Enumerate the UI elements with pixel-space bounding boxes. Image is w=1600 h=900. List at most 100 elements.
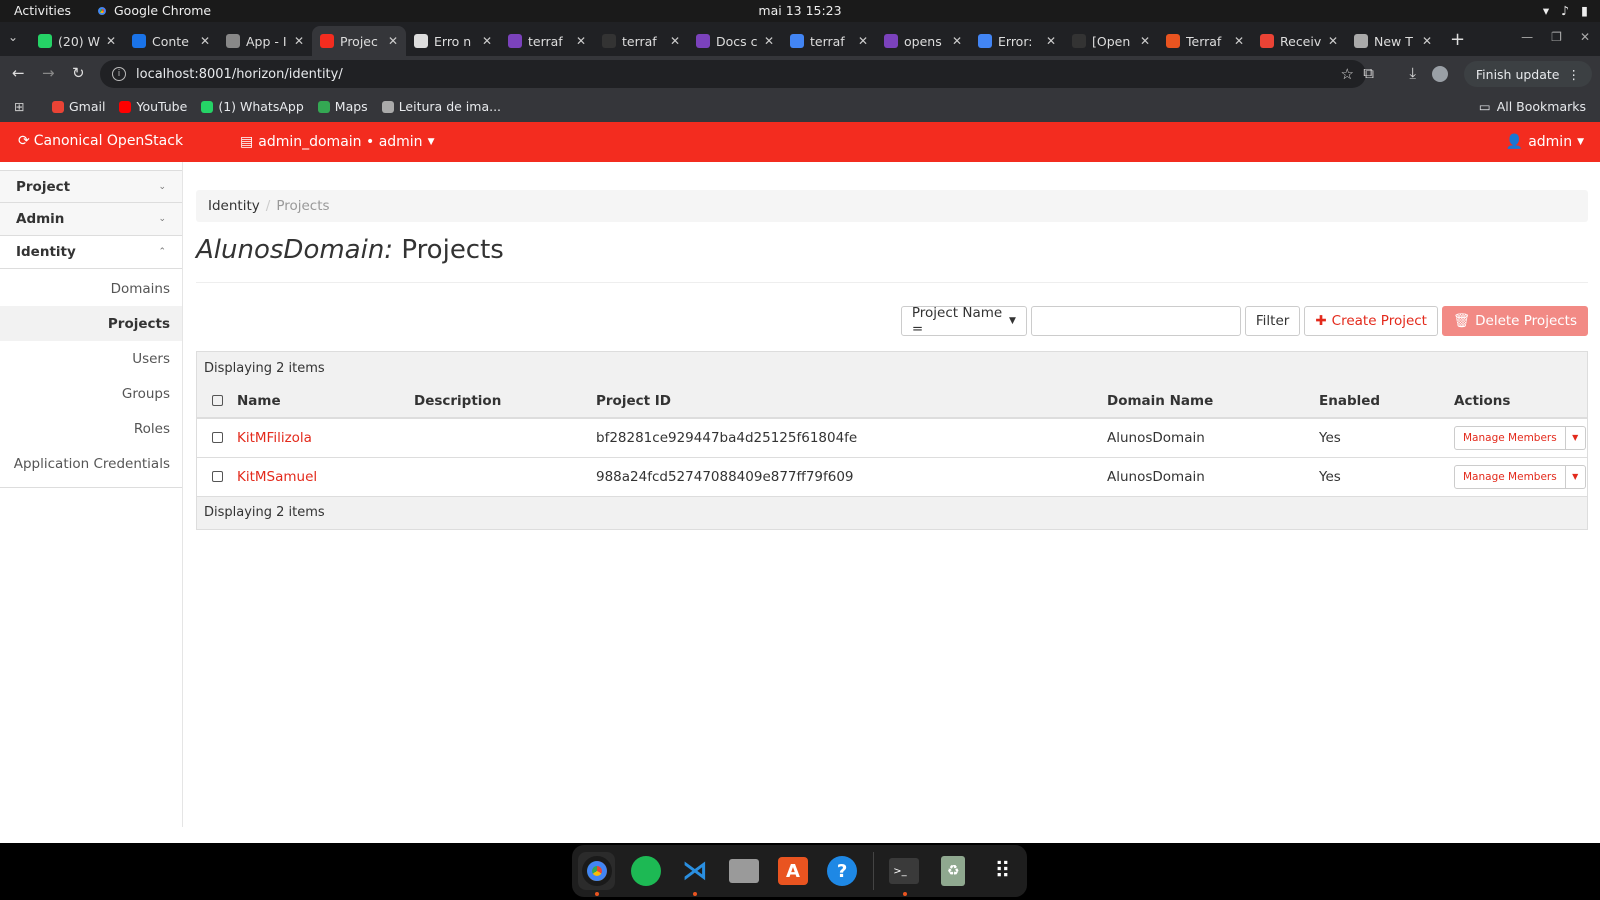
terminal-icon[interactable]: >_	[886, 852, 923, 896]
browser-tab[interactable]: Receiv ✕	[1252, 26, 1346, 56]
tab-close-icon[interactable]: ✕	[1234, 34, 1244, 48]
col-description[interactable]: Description	[414, 384, 596, 419]
manage-members-button[interactable]: Manage Members	[1454, 425, 1566, 450]
browser-tab[interactable]: [Open ✕	[1064, 26, 1158, 56]
browser-tab[interactable]: Error: ✕	[970, 26, 1064, 56]
sidebar-panel-project[interactable]: Project ⌄	[0, 170, 182, 203]
minimize-icon[interactable]: —	[1521, 30, 1533, 44]
tab-close-icon[interactable]: ✕	[1140, 34, 1150, 48]
browser-tab[interactable]: App - I ✕	[218, 26, 312, 56]
filter-button[interactable]: Filter	[1244, 306, 1301, 336]
project-link[interactable]: KitMFilizola	[237, 430, 312, 446]
brand-link[interactable]: ⟳ Canonical OpenStack	[18, 133, 183, 149]
forward-icon[interactable]: →	[42, 64, 55, 82]
browser-tab[interactable]: Docs c ✕	[688, 26, 782, 56]
manage-members-button[interactable]: Manage Members	[1454, 464, 1566, 489]
bookmark-item[interactable]: Leitura de ima...	[381, 99, 501, 114]
tab-close-icon[interactable]: ✕	[106, 34, 116, 48]
chevron-up-icon: ⌃	[158, 247, 166, 257]
extensions-icon[interactable]: ⧉	[1363, 64, 1374, 82]
bookmark-item[interactable]: (1) WhatsApp	[201, 99, 304, 114]
bookmark-item[interactable]: YouTube	[119, 99, 187, 114]
sidebar-panel-admin[interactable]: Admin ⌄	[0, 203, 182, 236]
bookmark-item[interactable]: Gmail	[52, 99, 105, 114]
col-project-id[interactable]: Project ID	[596, 384, 1107, 419]
sidebar-item-projects[interactable]: Projects	[0, 306, 182, 341]
col-domain-name[interactable]: Domain Name	[1107, 384, 1319, 419]
tab-close-icon[interactable]: ✕	[952, 34, 962, 48]
tabs: (20) W ✕ Conte ✕ App - I ✕ Projec ✕ Erro n ✕ terra…	[30, 26, 1465, 56]
create-project-button[interactable]: ✚ Create Project	[1304, 306, 1438, 336]
col-actions: Actions	[1454, 384, 1587, 419]
trash-icon[interactable]: ♻	[935, 852, 972, 890]
tab-close-icon[interactable]: ✕	[294, 34, 304, 48]
system-tray[interactable]: ▾ ♪ ▮	[1543, 3, 1588, 18]
finish-update-button[interactable]: Finish update ⋮	[1463, 61, 1592, 87]
reload-icon[interactable]: ↻	[72, 64, 85, 82]
maximize-icon[interactable]: ❐	[1551, 30, 1562, 44]
sidebar-item-users[interactable]: Users	[0, 341, 182, 376]
tab-search-icon[interactable]: ⌄	[8, 30, 18, 44]
new-tab-icon[interactable]: +	[1450, 29, 1465, 56]
tab-close-icon[interactable]: ✕	[764, 34, 774, 48]
chrome-icon[interactable]	[578, 852, 616, 896]
vscode-icon[interactable]: ⋊	[676, 852, 713, 896]
project-link[interactable]: KitMSamuel	[237, 469, 317, 485]
filter-input[interactable]	[1030, 306, 1241, 336]
chevron-down-icon: ⌄	[158, 181, 166, 192]
apps-grid-icon[interactable]: ⊞	[14, 99, 24, 114]
files-icon[interactable]	[725, 852, 762, 890]
browser-tab[interactable]: terraf ✕	[500, 26, 594, 56]
app-center-icon[interactable]: A	[774, 852, 811, 890]
horizon-header: ⟳ Canonical OpenStack ▤ admin_domain • a…	[0, 122, 1600, 162]
app-grid-icon[interactable]: ⠿	[984, 852, 1021, 890]
profile-avatar[interactable]	[1432, 66, 1448, 82]
browser-tab[interactable]: opens ✕	[876, 26, 970, 56]
row-actions-caret-icon[interactable]: ▼	[1565, 425, 1586, 450]
tab-close-icon[interactable]: ✕	[1328, 34, 1338, 48]
spotify-icon[interactable]	[627, 852, 664, 890]
browser-tab[interactable]: terraf ✕	[782, 26, 876, 56]
row-checkbox[interactable]	[211, 432, 223, 444]
col-enabled[interactable]: Enabled	[1319, 384, 1454, 419]
browser-tab[interactable]: terraf ✕	[594, 26, 688, 56]
sidebar-item-groups[interactable]: Groups	[0, 376, 182, 411]
tab-close-icon[interactable]: ✕	[200, 34, 210, 48]
browser-tab[interactable]: Erro n ✕	[406, 26, 500, 56]
tab-close-icon[interactable]: ✕	[1046, 34, 1056, 48]
row-actions-caret-icon[interactable]: ▼	[1565, 464, 1586, 489]
delete-projects-button[interactable]: 🗑 Delete Projects	[1441, 306, 1588, 336]
tab-close-icon[interactable]: ✕	[388, 34, 398, 48]
help-icon[interactable]: ?	[824, 852, 861, 890]
browser-tab[interactable]: (20) W ✕	[30, 26, 124, 56]
bookmark-star-icon[interactable]: ☆	[1341, 65, 1354, 83]
tab-close-icon[interactable]: ✕	[1422, 34, 1432, 48]
tab-close-icon[interactable]: ✕	[576, 34, 586, 48]
bookmark-item[interactable]: Maps	[317, 99, 368, 114]
sidebar-item-application-credentials[interactable]: Application Credentials	[0, 446, 182, 481]
breadcrumb-identity[interactable]: Identity	[208, 198, 260, 214]
browser-tab[interactable]: Projec ✕	[312, 26, 406, 56]
close-window-icon[interactable]: ✕	[1580, 30, 1590, 44]
project-context-dropdown[interactable]: ▤ admin_domain • admin ▼	[240, 134, 434, 150]
browser-tab[interactable]: New T ✕	[1346, 26, 1440, 56]
address-bar[interactable]: i localhost:8001/horizon/identity/ ☆	[100, 60, 1366, 88]
select-all-checkbox[interactable]	[211, 395, 223, 406]
browser-tab[interactable]: Terraf ✕	[1158, 26, 1252, 56]
browser-tab[interactable]: Conte ✕	[124, 26, 218, 56]
row-checkbox[interactable]	[211, 471, 223, 482]
user-menu[interactable]: 👤 admin ▼	[1506, 134, 1584, 150]
clock[interactable]: mai 13 15:23	[0, 3, 1600, 18]
sidebar-item-domains[interactable]: Domains	[0, 271, 182, 306]
all-bookmarks[interactable]: ▭ All Bookmarks	[1479, 99, 1586, 114]
back-icon[interactable]: ←	[12, 64, 25, 82]
col-name[interactable]: Name	[237, 384, 414, 419]
tab-close-icon[interactable]: ✕	[858, 34, 868, 48]
filter-field-select[interactable]: Project Name = ▼	[900, 305, 1027, 337]
site-info-icon[interactable]: i	[112, 67, 126, 81]
download-icon[interactable]: ⤓	[1409, 64, 1416, 82]
tab-close-icon[interactable]: ✕	[670, 34, 680, 48]
sidebar-panel-identity[interactable]: Identity ⌃	[0, 236, 182, 269]
sidebar-item-roles[interactable]: Roles	[0, 411, 182, 446]
tab-close-icon[interactable]: ✕	[482, 34, 492, 48]
